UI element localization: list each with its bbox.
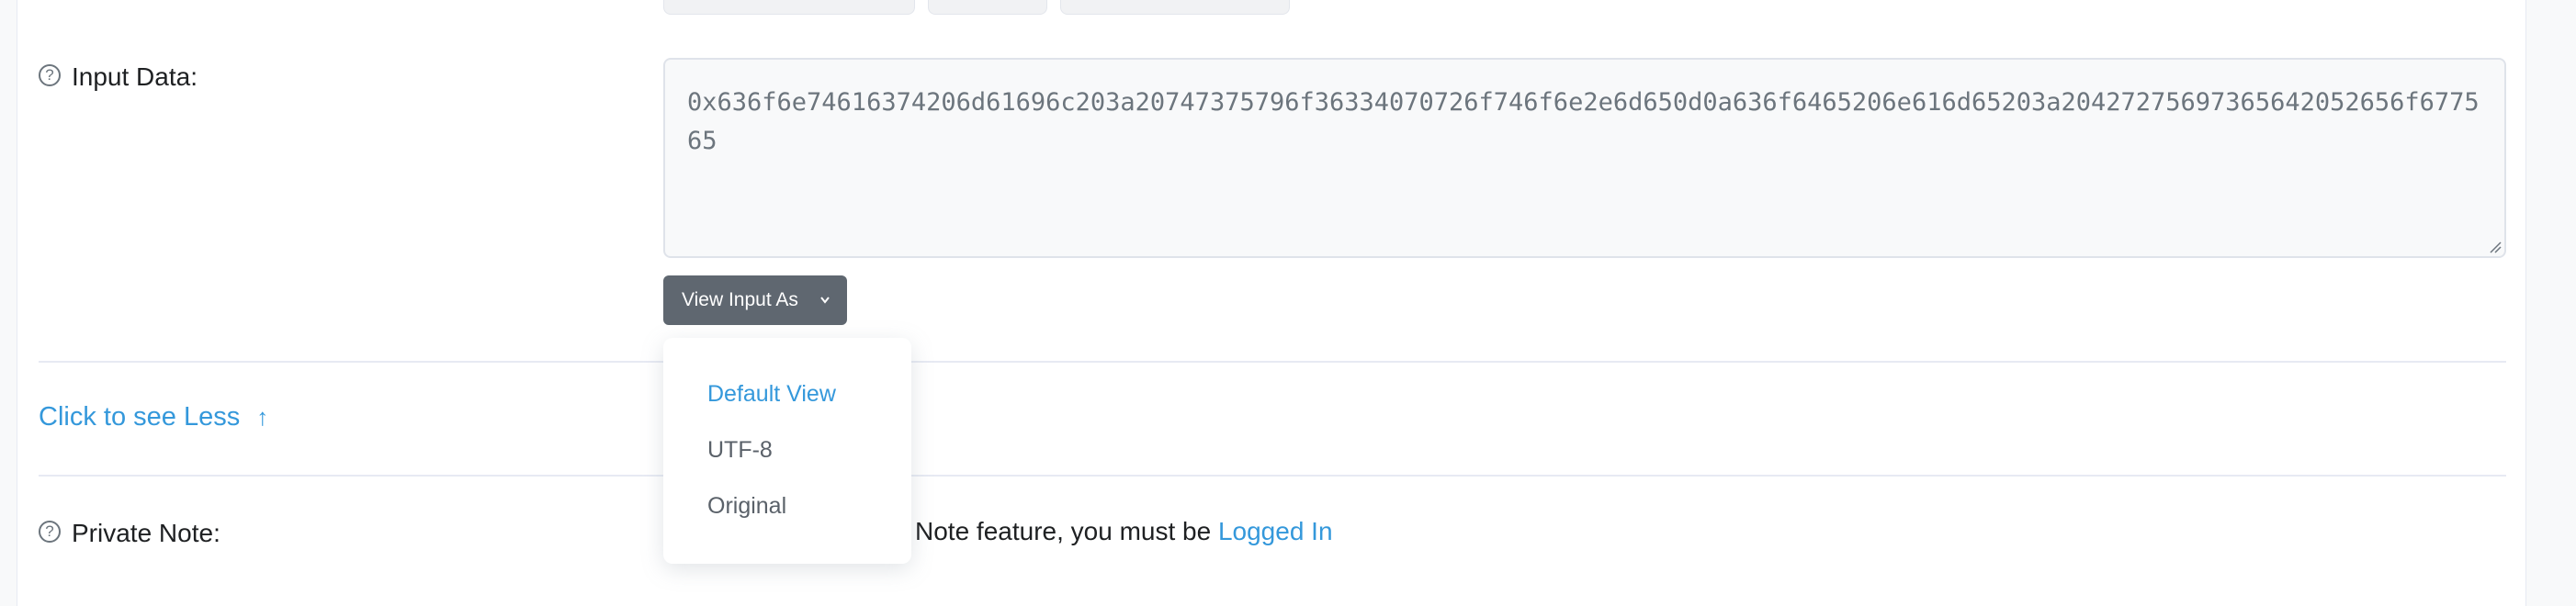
partial-chip-1[interactable] [663,0,915,15]
logged-in-link[interactable]: Logged In [1218,517,1333,545]
input-data-value: 0x636f6e74616374206d61696c203a2074737579… [687,88,2480,155]
view-input-as-label: View Input As [682,289,798,310]
arrow-up-icon: ↑ [256,403,269,431]
dropdown-item-default-view[interactable]: Default View [707,381,836,408]
private-note-message: Note feature, you must be Logged In [915,517,1333,546]
input-data-textarea[interactable]: 0x636f6e74616374206d61696c203a2074737579… [663,58,2506,258]
view-input-dropdown-menu: Default View UTF-8 Original [663,338,911,564]
divider [39,475,2506,477]
help-icon[interactable]: ? [39,521,61,543]
divider [39,361,2506,363]
input-data-label: Input Data: [72,62,198,91]
see-less-label: Click to see Less [39,402,241,432]
view-input-as-button[interactable]: View Input As [663,275,847,325]
see-less-link[interactable]: Click to see Less ↑ [39,402,268,432]
dropdown-item-original[interactable]: Original [707,493,786,520]
partial-chip-2[interactable] [928,0,1047,15]
chevron-down-icon [819,275,830,346]
private-note-text: Note feature, you must be [915,517,1218,545]
private-note-label: Private Note: [72,519,220,547]
partial-chip-3[interactable] [1060,0,1290,15]
resize-handle-icon[interactable] [2489,241,2502,253]
dropdown-item-utf8[interactable]: UTF-8 [707,437,773,464]
help-icon[interactable]: ? [39,64,61,86]
